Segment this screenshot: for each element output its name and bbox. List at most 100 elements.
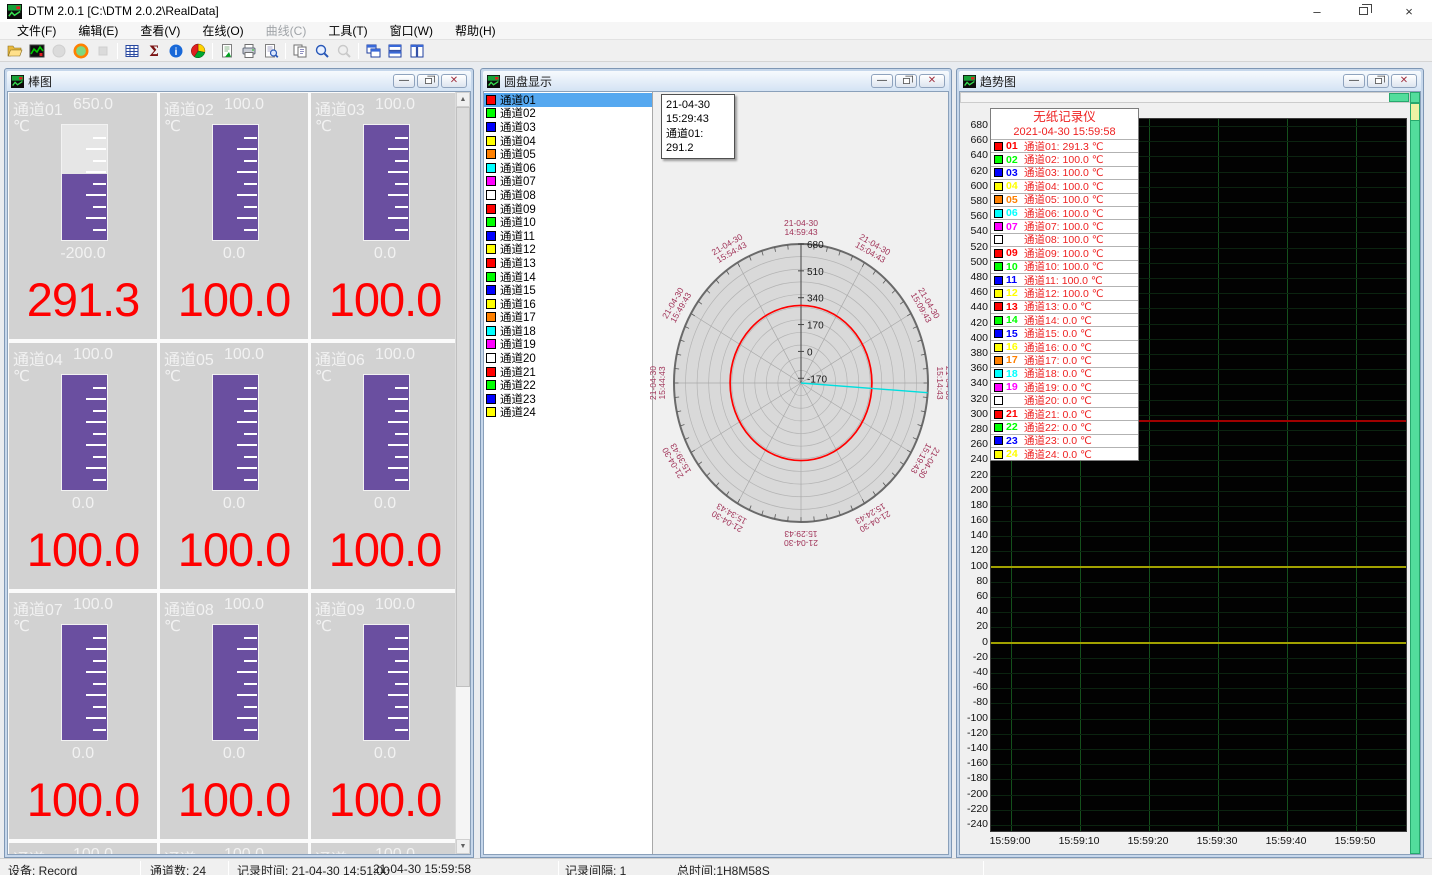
tile-vertical-icon[interactable] xyxy=(406,41,428,61)
record-icon[interactable] xyxy=(70,41,92,61)
legend-row: 14通道14: 0.0 ℃ xyxy=(991,313,1138,326)
bar-channel-name: 通道10 xyxy=(13,846,69,855)
channel-list-item[interactable]: 通道24 xyxy=(484,406,652,420)
close-button[interactable]: × xyxy=(1386,0,1432,22)
y-axis-label: -180 xyxy=(960,772,988,784)
y-axis-label: -100 xyxy=(960,712,988,724)
gridline-horizontal xyxy=(991,597,1406,598)
bar-window-minimize-button[interactable]: — xyxy=(393,74,415,88)
channel-label: 通道24 xyxy=(500,404,536,420)
bar-min-value: 0.0 xyxy=(160,495,308,513)
scrollbar-thumb[interactable] xyxy=(1389,93,1409,102)
channel-color-swatch xyxy=(486,190,496,200)
disc-window-close-button[interactable]: ✕ xyxy=(919,74,945,88)
open-file-icon[interactable] xyxy=(4,41,26,61)
bar-window-close-button[interactable]: ✕ xyxy=(441,74,467,88)
menu-item[interactable]: 窗口(W) xyxy=(379,22,444,40)
scrollbar-thumb[interactable] xyxy=(456,107,470,687)
bar-min-value: 0.0 xyxy=(9,745,157,763)
legend-channel-number: 06 xyxy=(1003,207,1024,219)
legend-row: 04通道04: 100.0 ℃ xyxy=(991,179,1138,192)
disc-time-label: 21-04-3015:29:43 xyxy=(784,529,818,548)
menu-item[interactable]: 帮助(H) xyxy=(444,22,507,40)
pie-chart-icon[interactable] xyxy=(187,41,209,61)
minimize-button[interactable]: – xyxy=(1294,0,1340,22)
legend-title: 无纸记录仪 xyxy=(991,109,1138,125)
scrollbar-up-arrow[interactable]: ▲ xyxy=(456,92,470,107)
restore-button[interactable] xyxy=(1340,0,1386,22)
menu-item[interactable]: 查看(V) xyxy=(129,22,191,40)
trend-window-close-button[interactable]: ✕ xyxy=(1391,74,1417,88)
menu-item[interactable]: 文件(F) xyxy=(6,22,67,40)
y-axis-label: -80 xyxy=(960,696,988,708)
y-axis-label: 680 xyxy=(960,119,988,131)
bar-tick xyxy=(244,637,257,639)
bar-window-titlebar[interactable]: 棒图 — ✕ xyxy=(7,71,471,91)
disc-window-restore-button[interactable] xyxy=(895,74,917,88)
svg-text:i: i xyxy=(175,47,178,58)
bar-track xyxy=(212,624,259,741)
legend-row: 22通道22: 0.0 ℃ xyxy=(991,420,1138,433)
data-table-icon[interactable] xyxy=(121,41,143,61)
y-axis-label: 20 xyxy=(960,620,988,632)
print-icon[interactable] xyxy=(238,41,260,61)
disc-chart-area: 21-04-30 15:29:43 通道01: 291.2 -170017034… xyxy=(653,92,948,854)
bar-gauges-area: 通道12100.0℃0.0100.0通道11100.0℃0.0100.0通道10… xyxy=(7,91,471,855)
legend-channel-number: 21 xyxy=(1003,408,1024,420)
bar-tick xyxy=(388,467,408,469)
restore-icon xyxy=(903,78,910,84)
trend-window-restore-button[interactable] xyxy=(1367,74,1389,88)
menu-item[interactable]: 工具(T) xyxy=(317,22,378,40)
statistics-icon[interactable]: Σ xyxy=(143,41,165,61)
bar-window-scrollbar[interactable]: ▲ ▼ xyxy=(455,92,470,854)
bar-channel-name: 通道12 xyxy=(315,846,371,855)
info-icon[interactable]: i xyxy=(165,41,187,61)
scrollbar-down-arrow[interactable]: ▼ xyxy=(456,839,470,854)
legend-channel-number: 08 xyxy=(1003,234,1024,246)
bar-tick xyxy=(244,137,257,139)
bar-tick xyxy=(388,217,408,219)
bar-window-restore-button[interactable] xyxy=(417,74,439,88)
scrollbar-thumb[interactable] xyxy=(1411,104,1419,121)
bar-value: 100.0 xyxy=(9,519,157,580)
bar-min-value: 0.0 xyxy=(311,245,459,263)
disc-window-titlebar[interactable]: 圆盘显示 — ✕ xyxy=(483,71,949,91)
toolbar-separator xyxy=(358,43,359,59)
bar-track xyxy=(61,624,108,741)
print-preview-icon[interactable] xyxy=(260,41,282,61)
trend-vertical-scrollbar[interactable] xyxy=(1410,103,1420,854)
status-field: 记录时间: 21-04-30 14:51:00 xyxy=(237,862,390,875)
disc-window-minimize-button[interactable]: — xyxy=(871,74,893,88)
bar-unit: ℃ xyxy=(13,367,30,385)
bar-value: 100.0 xyxy=(9,769,157,830)
disc-window-title: 圆盘显示 xyxy=(504,73,552,90)
zoom-icon[interactable] xyxy=(311,41,333,61)
bar-gauge-panel: 通道11100.0℃0.0100.0 xyxy=(160,843,308,855)
cascade-windows-icon[interactable] xyxy=(362,41,384,61)
channel-color-swatch xyxy=(486,244,496,254)
trend-window-titlebar[interactable]: 趋势图 — ✕ xyxy=(959,71,1421,91)
bar-tick xyxy=(244,433,257,435)
bar-max-value: 100.0 xyxy=(224,596,264,614)
bar-track xyxy=(212,124,259,241)
tile-horizontal-icon[interactable] xyxy=(384,41,406,61)
svg-text:21-04-3014:59:43: 21-04-3014:59:43 xyxy=(784,218,818,237)
y-axis-label: -40 xyxy=(960,666,988,678)
channel-color-swatch xyxy=(486,217,496,227)
bar-tick xyxy=(93,479,106,481)
trend-window-minimize-button[interactable]: — xyxy=(1343,74,1365,88)
bar-unit: ℃ xyxy=(315,617,332,635)
legend-row: 16通道16: 0.0 ℃ xyxy=(991,340,1138,353)
export-icon[interactable] xyxy=(216,41,238,61)
menu-bar: 文件(F)编辑(E)查看(V)在线(O)曲线(C)工具(T)窗口(W)帮助(H) xyxy=(0,22,1432,40)
trend-horizontal-scrollbar[interactable] xyxy=(960,92,1410,103)
restore-icon xyxy=(1359,7,1368,15)
copy-icon[interactable] xyxy=(289,41,311,61)
menu-item[interactable]: 在线(O) xyxy=(191,22,254,40)
realtime-curve-icon[interactable] xyxy=(26,41,48,61)
status-divider xyxy=(140,861,141,875)
channel-color-swatch xyxy=(486,176,496,186)
legend-channel-number: 17 xyxy=(1003,354,1024,366)
y-axis-label: 120 xyxy=(960,544,988,556)
menu-item[interactable]: 编辑(E) xyxy=(67,22,129,40)
